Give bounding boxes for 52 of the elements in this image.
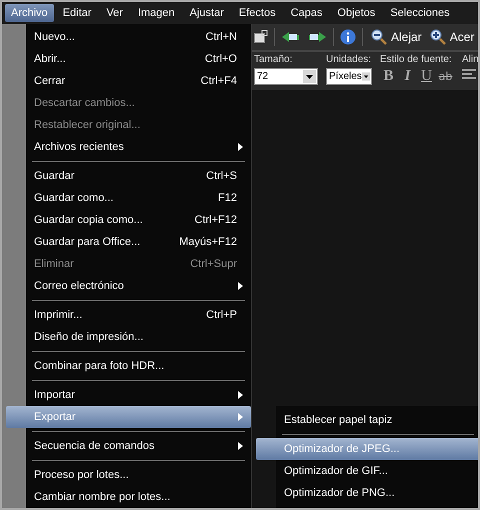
menu-item[interactable]: Diseño de impresión... — [26, 326, 251, 348]
submenu-arrow-icon — [238, 413, 243, 421]
zoom-out-button[interactable]: Alejar — [371, 29, 422, 45]
menu-item[interactable]: Establecer papel tapiz — [276, 409, 478, 431]
menu[interactable]: Editar — [56, 4, 98, 22]
italic-button[interactable]: I — [399, 68, 416, 85]
menu-item[interactable]: Abrir... Ctrl+O — [26, 48, 251, 70]
bold-button[interactable]: B — [380, 68, 397, 85]
menu[interactable]: Archivo — [5, 4, 54, 22]
submenu-arrow-icon — [238, 143, 243, 151]
rotate-left-icon[interactable] — [281, 30, 301, 44]
menu[interactable]: Efectos — [232, 4, 282, 22]
zoom-in-button[interactable]: Acer — [430, 29, 474, 45]
menu-item[interactable]: Importar — [26, 384, 251, 406]
menu-item[interactable]: Optimizador de GIF... — [276, 460, 478, 482]
menu-item[interactable]: Guardar Ctrl+S — [26, 165, 251, 187]
menu-item[interactable]: Cerrar Ctrl+F4 — [26, 70, 251, 92]
units-label: Unidades: — [326, 54, 372, 65]
zoom-out-icon — [371, 29, 387, 45]
menu[interactable]: Capas — [284, 4, 328, 22]
window-icon[interactable] — [254, 30, 268, 44]
menu-item[interactable]: Guardar para Office... Mayús+F12 — [26, 231, 251, 253]
size-dropdown[interactable]: 72 — [254, 68, 318, 85]
underline-button[interactable]: U — [418, 68, 435, 85]
units-dropdown[interactable]: Píxeles — [326, 68, 372, 85]
size-label: Tamaño: — [254, 54, 294, 65]
zoom-in-icon — [430, 29, 446, 45]
alignment-label: Alin — [462, 54, 478, 65]
info-icon[interactable] — [340, 29, 356, 45]
menu-item[interactable]: Nuevo... Ctrl+N — [26, 26, 251, 48]
menu[interactable]: Selecciones — [384, 4, 456, 22]
menu-item[interactable]: Guardar como... F12 — [26, 187, 251, 209]
submenu-arrow-icon — [238, 282, 243, 290]
menu-item[interactable]: Secuencia de comandos — [26, 435, 251, 457]
menu[interactable]: Ajustar — [184, 4, 230, 22]
submenu-arrow-icon — [238, 391, 243, 399]
menu-item[interactable]: Optimizador de PNG... — [276, 482, 478, 504]
font-style-label: Estilo de fuente: — [380, 54, 453, 65]
align-left-icon[interactable] — [462, 68, 476, 82]
menu[interactable]: Imagen — [132, 4, 181, 22]
menu-item[interactable]: Imprimir... Ctrl+P — [26, 304, 251, 326]
menu-item[interactable]: Correo electrónico — [26, 275, 251, 297]
strikethrough-button[interactable]: ab — [437, 70, 454, 83]
rotate-right-icon[interactable] — [307, 30, 327, 44]
menu-item[interactable]: Guardar copia como... Ctrl+F12 — [26, 209, 251, 231]
menu-item[interactable]: Archivos recientes — [26, 136, 251, 158]
menu[interactable]: Ver — [100, 4, 129, 22]
menu-item[interactable]: Combinar para foto HDR... — [26, 355, 251, 377]
menu[interactable]: Objetos — [331, 4, 382, 22]
menu-item[interactable]: Proceso por lotes... — [26, 464, 251, 486]
submenu-arrow-icon — [238, 442, 243, 450]
menu-item[interactable]: Cambiar nombre por lotes... — [26, 486, 251, 508]
